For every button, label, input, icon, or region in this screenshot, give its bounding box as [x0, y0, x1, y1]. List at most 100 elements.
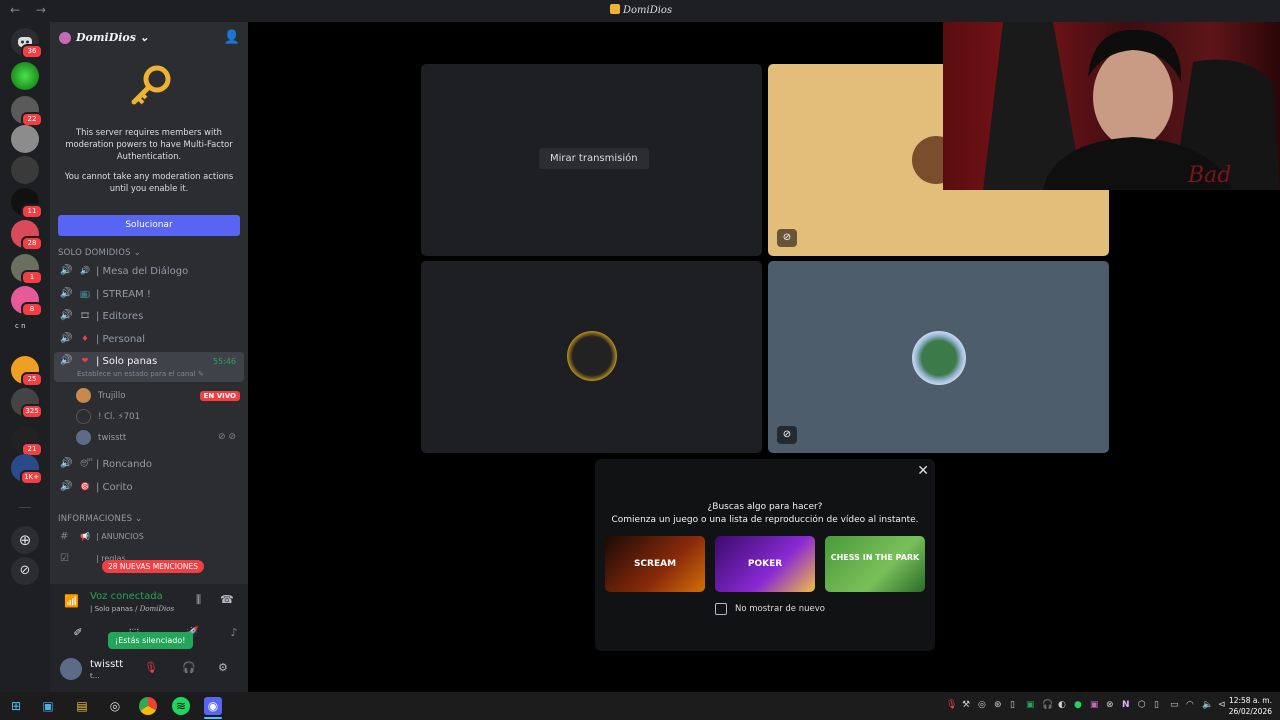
tray-icon[interactable]: ▭ — [1170, 700, 1179, 710]
server-icon[interactable]: 8 — [11, 286, 43, 317]
sound-icon[interactable]: ⊲ — [1218, 700, 1226, 710]
system-clock[interactable]: 12:58 a. m. 26/02/2026 — [1229, 695, 1272, 717]
dont-show-checkbox[interactable] — [715, 603, 727, 615]
channel-anuncios[interactable]: # 📢 | anuncios — [54, 528, 244, 548]
channel-sidebar: DomiDios ⌄ 👤 This server requires member… — [50, 22, 248, 692]
server-icon[interactable]: 25 — [11, 356, 43, 387]
home-button[interactable]: 36 — [11, 28, 43, 59]
channel-emoji-icon: ♦ — [81, 334, 89, 343]
stream-tile[interactable]: Mirar transmisión — [421, 64, 762, 256]
discover-icon[interactable]: ⊘ — [11, 557, 39, 585]
server-icon[interactable] — [11, 125, 39, 153]
channel-mesa-del-dialogo[interactable]: 🔊 🔊 | Mesa del Diálogo — [54, 262, 244, 282]
channel-corito[interactable]: 🔊 🎯 | Corito — [54, 478, 244, 498]
server-text-item[interactable]: c n — [15, 322, 26, 330]
noise-suppression-icon[interactable]: ⫼ — [196, 593, 201, 607]
disconnect-icon[interactable]: ☎ — [220, 593, 234, 606]
channel-label: | Personal — [96, 334, 146, 345]
participant-tile[interactable] — [421, 261, 762, 453]
server-icon[interactable]: 22 — [11, 96, 43, 127]
unread-badge: 28 — [21, 236, 43, 251]
tray-icon[interactable]: ◎ — [978, 700, 986, 710]
activity-card-scream[interactable]: SCREAM — [605, 536, 705, 592]
tray-icon[interactable]: ◐ — [1058, 700, 1066, 710]
camera-off-button[interactable]: ✐ — [52, 622, 104, 644]
voice-timer: 55:46 — [212, 357, 236, 366]
server-icon[interactable]: 11 — [11, 188, 43, 219]
server-icon[interactable]: 325 — [11, 388, 43, 419]
watch-stream-button[interactable]: Mirar transmisión — [539, 148, 649, 169]
dont-show-label[interactable]: No mostrar de nuevo — [735, 604, 825, 614]
muted-tooltip: ¡Estás silenciado! — [108, 632, 193, 649]
clock-time: 12:58 a. m. — [1228, 696, 1272, 705]
server-icon[interactable] — [11, 156, 39, 184]
chrome-icon[interactable] — [139, 697, 157, 715]
fix-mfa-button[interactable]: Solucionar — [58, 215, 240, 236]
popup-subheading: Comienza un juego o una lista de reprodu… — [611, 515, 919, 525]
category-solo-domidios[interactable]: SOLO DOMIDIOS ⌄ — [58, 248, 141, 258]
speaker-icon: 🔊 — [60, 481, 73, 492]
server-icon[interactable]: 1K+ — [11, 454, 43, 485]
channel-roncando[interactable]: 🔊 😴 | Roncando — [54, 455, 244, 475]
add-server-icon[interactable]: ⊕ — [11, 526, 39, 554]
spotify-icon[interactable]: ≋ — [172, 697, 190, 715]
discord-taskbar-icon[interactable]: ◉ — [204, 697, 222, 715]
server-icon[interactable]: 1 — [11, 254, 43, 285]
close-icon[interactable]: ✕ — [917, 463, 929, 479]
voice-user-twisstt[interactable]: twisstt ⊘ ⊘ — [76, 429, 246, 447]
activity-card-poker[interactable]: POKER — [715, 536, 815, 592]
mic-muted-icon[interactable]: 🎙 — [144, 661, 158, 674]
avatar[interactable] — [60, 658, 82, 680]
tray-icon[interactable]: ⊛ — [994, 700, 1002, 710]
file-explorer-icon[interactable]: ▤ — [73, 697, 91, 715]
current-user-name[interactable]: twisstt — [90, 659, 123, 670]
tray-icon[interactable]: ⬡ — [1138, 700, 1146, 710]
clock-date: 26/02/2026 — [1228, 707, 1272, 716]
server-icon[interactable] — [11, 62, 39, 90]
nav-arrows[interactable]: ← → — [10, 3, 52, 17]
server-icon[interactable]: 28 — [11, 220, 43, 251]
tray-icon[interactable]: ▣ — [1090, 700, 1099, 710]
participant-tile[interactable]: ⊘ — [768, 261, 1109, 453]
channel-personal[interactable]: 🔊 ♦ | Personal — [54, 330, 244, 350]
mic-tray-icon[interactable]: 🎙 — [946, 700, 957, 710]
megaphone-icon: 📢 — [80, 532, 90, 541]
tray-icon[interactable]: ▣ — [1026, 700, 1035, 710]
window-manager-icon[interactable]: ▣ — [39, 697, 57, 715]
invite-people-icon[interactable]: 👤 — [224, 30, 240, 45]
channel-status[interactable]: Establece un estado para el canal ✎ — [77, 370, 204, 378]
category-informaciones[interactable]: INFORMACIONES ⌄ — [58, 514, 142, 524]
battery-icon[interactable]: ▯ — [1010, 700, 1015, 710]
voice-user-trujillo[interactable]: Trujillo EN VIVO — [76, 387, 246, 405]
popup-heading: ¿Buscas algo para hacer? — [707, 502, 823, 512]
tray-icon[interactable]: ⚒ — [962, 700, 970, 710]
activity-title: CHESS IN THE PARK — [830, 553, 920, 562]
wifi-icon[interactable]: ◠ — [1186, 700, 1194, 710]
headset-icon[interactable]: 🎧 — [1042, 700, 1053, 710]
new-mentions-pill[interactable]: 28 NUEVAS MENCIONES — [102, 560, 204, 573]
mfa-text: This server requires members with modera… — [65, 127, 233, 161]
voice-connected-title[interactable]: Voz conectada — [90, 591, 163, 602]
soundboard-button[interactable]: ♪ — [222, 622, 246, 644]
headphones-deafened-icon[interactable]: 🎧 — [182, 661, 196, 674]
server-header[interactable]: DomiDios ⌄ 👤 — [50, 22, 248, 54]
windows-start-icon[interactable]: ⊞ — [7, 697, 25, 715]
server-icon[interactable]: 21 — [11, 426, 43, 457]
speaker-icon: 🔊 — [60, 458, 73, 469]
tray-icon[interactable]: ⊗ — [1106, 700, 1114, 710]
hash-icon: # — [60, 531, 69, 542]
settings-gear-icon[interactable]: ⚙ — [218, 661, 228, 674]
signal-icon[interactable]: 📶 — [64, 594, 79, 608]
usb-icon[interactable]: ▯ — [1154, 700, 1159, 710]
tray-icon[interactable]: N — [1122, 700, 1130, 710]
obs-icon[interactable]: ◎ — [106, 697, 124, 715]
channel-editores[interactable]: 🔊 🎞 | Editores — [54, 307, 244, 327]
voice-user-cl[interactable]: ! Cl. ⚡701 — [76, 408, 246, 426]
channel-stream[interactable]: 🔊 📺 | STREAM ! — [54, 285, 244, 305]
activity-card-chess[interactable]: CHESS IN THE PARK — [825, 536, 925, 592]
channel-label: | Roncando — [96, 459, 152, 470]
volume-icon[interactable]: 🔈 — [1202, 700, 1213, 710]
unread-badge: 1 — [21, 270, 43, 285]
spotify-tray-icon[interactable]: ● — [1074, 700, 1082, 710]
rules-icon: ☑ — [60, 553, 69, 564]
